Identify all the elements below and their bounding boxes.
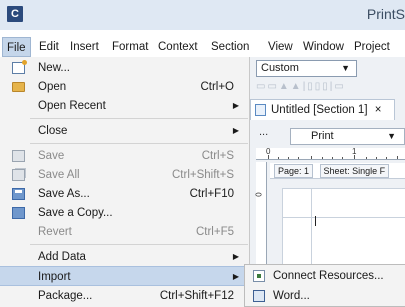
open-folder-icon [12,82,25,92]
submenu-arrow-icon: ▶ [232,101,239,110]
menu-item-label: Close [38,125,68,137]
import-submenu: Connect Resources... Word... [244,264,405,307]
submenu-arrow-icon: ▶ [232,272,239,281]
menu-item-add-data[interactable]: Add Data ▶ [0,247,250,267]
window-title: PrintS [366,6,405,22]
menu-item-label: Connect Resources... [273,270,384,282]
menu-item-revert[interactable]: Revert Ctrl+F5 [0,222,250,242]
ruler-tick [298,157,299,159]
menu-context[interactable]: Context [158,37,198,57]
shortcut-label: Ctrl+Shift+S [172,169,234,181]
ruler-tick [354,155,355,159]
ruler-tick [366,157,367,159]
shortcut-label: Ctrl+F10 [189,188,234,200]
chevron-down-icon: ▼ [341,63,350,73]
shortcut-label: Ctrl+Shift+F12 [159,290,234,302]
menu-separator [30,118,248,119]
sheet-label[interactable]: Sheet: Single F [319,164,390,178]
document-tab-label: Untitled [Section 1] [271,104,368,116]
ruler-tick [386,157,387,159]
menu-file[interactable]: File [2,37,31,57]
menu-item-save-copy[interactable]: Save a Copy... [0,203,250,223]
menu-separator [30,143,248,144]
tab-close-icon[interactable]: × [375,104,382,116]
text-cursor [315,216,316,226]
ruler-tick [376,157,377,159]
menu-format[interactable]: Format [112,37,148,57]
submenu-arrow-icon: ▶ [232,126,239,135]
menu-bar: File Edit Insert Format Context Section … [0,37,405,57]
menu-item-label: Save [38,150,65,162]
menu-item-label: Revert [38,226,72,238]
menu-item-label: Save All [38,169,80,181]
page-info-strip: Page: 1 Sheet: Single F [270,163,405,179]
ruler-tick [268,155,269,159]
ruler-tick [397,156,398,159]
menu-item-new[interactable]: New... [0,58,250,78]
document-icon [255,104,266,116]
ruler-number: 0 [254,192,264,197]
margin-guide [283,217,405,218]
menu-item-open-recent[interactable]: Open Recent ▶ [0,96,250,116]
submenu-arrow-icon: ▶ [232,252,239,261]
style-dropdown[interactable]: Custom ▼ [256,60,357,77]
shortcut-label: Ctrl+S [201,150,234,162]
menu-item-save[interactable]: Save Ctrl+S [0,146,250,166]
app-logo-icon: C [7,6,23,22]
new-file-icon [12,60,27,74]
ruler-tick [322,157,323,159]
file-menu: New... Open Ctrl+O Open Recent ▶ Close ▶… [0,57,250,307]
menu-item-label: Package... [38,290,93,302]
word-document-icon [253,290,265,302]
menu-item-label: New... [38,62,70,74]
menu-item-label: Save a Copy... [38,207,113,219]
menu-item-label: Add Data [38,251,86,263]
menu-item-label: Open Recent [38,100,106,112]
menu-item-open[interactable]: Open Ctrl+O [0,77,250,97]
menu-item-label: Word... [273,290,310,302]
view-mode-dropdown[interactable]: Print ▼ [290,128,405,145]
submenu-item-connect-resources[interactable]: Connect Resources... [245,266,405,286]
overflow-button[interactable]: ... [259,126,268,138]
menu-insert[interactable]: Insert [70,37,99,57]
shortcut-label: Ctrl+O [200,81,234,93]
menu-item-package[interactable]: Package... Ctrl+Shift+F12 [0,286,250,306]
save-icon [12,150,25,162]
menu-item-label: Save As... [38,188,90,200]
chevron-down-icon: ▼ [387,131,396,141]
save-as-icon [12,188,25,200]
ruler-tick [311,156,312,159]
menu-item-label: Import [38,271,71,283]
ruler-tick [288,157,289,159]
disabled-toolbar-row: ▭▭▲▲|▯▯▯|▭ [256,81,346,92]
menu-view[interactable]: View [268,37,293,57]
menu-separator [30,244,248,245]
menu-item-import[interactable]: Import ▶ [0,266,250,286]
page-label[interactable]: Page: 1 [274,164,314,178]
menu-window[interactable]: Window [303,37,344,57]
save-all-icon [12,169,25,181]
horizontal-ruler: 0 1 [256,147,405,160]
connect-resources-icon [253,270,265,282]
menu-item-label: Open [38,81,67,93]
submenu-item-word[interactable]: Word... [245,286,405,306]
menu-edit[interactable]: Edit [39,37,59,57]
menu-section[interactable]: Section [211,37,249,57]
ruler-tick [278,157,279,159]
style-dropdown-value: Custom [261,62,299,74]
save-copy-icon [12,207,25,219]
menu-item-save-as[interactable]: Save As... Ctrl+F10 [0,184,250,204]
shortcut-label: Ctrl+F5 [195,226,234,238]
document-tab[interactable]: Untitled [Section 1] × [250,99,395,120]
menu-item-close[interactable]: Close ▶ [0,121,250,141]
ruler-tick [332,157,333,159]
view-mode-value: Print [311,130,334,142]
menu-item-save-all[interactable]: Save All Ctrl+Shift+S [0,165,250,185]
ruler-tick [342,157,343,159]
title-bar: C PrintS [0,0,405,30]
menu-project[interactable]: Project [354,37,390,57]
